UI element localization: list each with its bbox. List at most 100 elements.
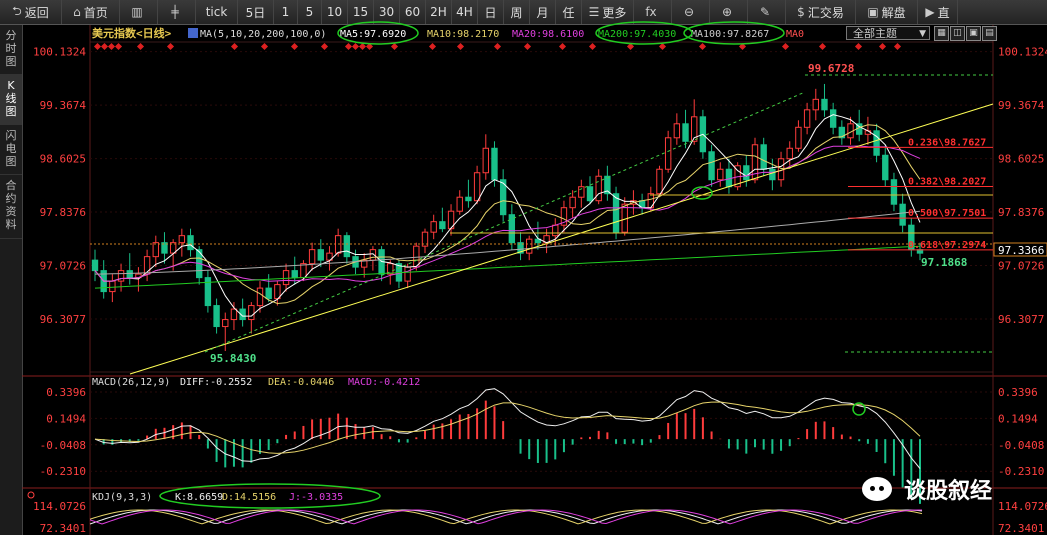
candle-body xyxy=(899,203,906,226)
candle-body xyxy=(256,287,264,307)
macd-diff-line xyxy=(94,388,921,469)
candle-body xyxy=(743,165,750,181)
candle-body xyxy=(760,144,767,170)
signal-diamond-icon xyxy=(260,42,269,51)
kdj-legend-params: KDJ(9,3,3) xyxy=(92,492,152,503)
signal-diamond-icon xyxy=(107,42,116,51)
price-y-tick-left: 100.1324 xyxy=(33,46,86,59)
signal-diamond-icon xyxy=(493,42,502,51)
legend-ma-params: MA(5,10,20,200,100,0) xyxy=(200,29,326,40)
candle-body xyxy=(578,186,585,198)
candle-body xyxy=(812,98,819,111)
candle-body xyxy=(222,319,229,328)
candle-body xyxy=(282,270,290,286)
signal-diamond-icon xyxy=(818,42,827,51)
candle-body xyxy=(803,109,811,128)
legend-ma0: MA0 xyxy=(786,29,804,40)
theme-select-label: 全部主题 xyxy=(853,27,897,40)
price-y-tick-right: 97.8376 xyxy=(998,206,1044,219)
macd-y-tick-right: -0.0408 xyxy=(998,439,1044,452)
kdj-y-tick-right: 114.0726 xyxy=(998,500,1047,513)
legend-ma100: MA100:97.8267 xyxy=(691,29,769,40)
macd-y-tick-right: -0.2310 xyxy=(998,465,1044,478)
chevron-down-icon: ▼ xyxy=(919,29,926,39)
layout-split-icon[interactable]: ◫ xyxy=(950,26,965,41)
candle-body xyxy=(430,221,437,233)
candle-body xyxy=(586,186,594,202)
price-y-tick-left: 99.3674 xyxy=(40,99,87,112)
candle-body xyxy=(769,168,776,181)
candle-body xyxy=(126,270,133,279)
layout-single-icon[interactable]: ▣ xyxy=(966,26,981,41)
candle-body xyxy=(656,168,663,195)
candle-body xyxy=(821,98,828,111)
candle-body xyxy=(265,287,272,300)
layout-buttons: ▦ ◫ ▣ ▤ xyxy=(934,26,998,41)
price-y-tick-left: 97.8376 xyxy=(40,206,86,219)
candle-body xyxy=(439,221,446,230)
candle-body xyxy=(404,266,411,282)
candle-body xyxy=(291,270,298,279)
price-y-tick-right: 100.1324 xyxy=(998,46,1047,59)
candle-body xyxy=(91,259,99,272)
macd-legend-dea: DEA:-0.0446 xyxy=(268,377,334,388)
macd-y-tick-right: 0.3396 xyxy=(998,386,1038,399)
current-price-label: 97.3366 xyxy=(998,244,1044,257)
signal-diamond-icon xyxy=(878,42,887,51)
price-y-tick-right: 98.6025 xyxy=(998,153,1044,166)
macd-legend-diff: DIFF:-0.2552 xyxy=(180,377,252,388)
layout-grid-icon[interactable]: ▦ xyxy=(934,26,949,41)
ma20-line xyxy=(94,145,921,283)
signal-diamond-icon xyxy=(781,42,790,51)
high-price-label: 99.6728 xyxy=(808,62,854,75)
macd-legend-macd: MACD:-0.4212 xyxy=(348,377,420,388)
watermark: 谈股叙经 xyxy=(862,472,992,506)
macd-y-tick-left: -0.0408 xyxy=(40,439,86,452)
layout-full-icon[interactable]: ▤ xyxy=(982,26,997,41)
signal-diamond-icon xyxy=(351,42,360,51)
candle-body xyxy=(300,263,307,279)
candle-body xyxy=(187,235,194,251)
signal-diamond-icon xyxy=(290,42,299,51)
candle-body xyxy=(673,123,681,139)
signal-diamond-icon xyxy=(320,42,329,51)
candle-body xyxy=(178,235,186,244)
candle-body xyxy=(708,151,715,181)
signal-diamond-icon xyxy=(428,42,437,51)
trendline-channel xyxy=(204,91,806,353)
price-y-tick-right: 97.0726 xyxy=(998,260,1044,273)
kdj-legend-j: J:-3.0335 xyxy=(289,492,343,503)
macd-y-tick-left: 0.3396 xyxy=(46,386,86,399)
price-y-tick-left: 97.0726 xyxy=(40,260,86,273)
fib-level-label: 0.382\98.2027 xyxy=(908,177,986,188)
signal-diamond-icon xyxy=(344,42,353,51)
candle-body xyxy=(595,175,602,202)
candle-body xyxy=(482,147,489,174)
candle-body xyxy=(552,224,559,237)
macd-y-tick-right: 0.1494 xyxy=(998,412,1038,425)
signal-diamond-icon xyxy=(230,42,239,51)
fib-level-label: 0.500\97.7501 xyxy=(908,208,986,219)
kdj-settings-icon xyxy=(27,491,35,499)
candle-body xyxy=(664,137,672,170)
signal-diamond-icon xyxy=(558,42,567,51)
trendline-support xyxy=(129,103,994,375)
macd-dea-line xyxy=(94,401,921,454)
signal-diamond-icon xyxy=(698,42,707,51)
candle-body xyxy=(456,196,463,212)
candle-body xyxy=(508,214,516,244)
candle-body xyxy=(873,130,880,156)
fib-level-label: 0.618\97.2974 xyxy=(908,240,986,251)
candle-body xyxy=(343,235,351,258)
candle-body xyxy=(829,109,837,128)
macd-y-tick-left: -0.2310 xyxy=(40,465,86,478)
candle-body xyxy=(526,238,533,254)
signal-diamond-icon xyxy=(523,42,532,51)
legend-ma5: MA5:97.6920 xyxy=(340,29,406,40)
signal-diamond-icon xyxy=(588,42,597,51)
legend-ma-icon xyxy=(188,28,198,38)
candle-body xyxy=(152,242,159,258)
macd-legend-params: MACD(26,12,9) xyxy=(92,377,170,388)
wechat-icon xyxy=(862,477,892,501)
theme-select[interactable]: 全部主题 ▼ xyxy=(846,26,930,40)
